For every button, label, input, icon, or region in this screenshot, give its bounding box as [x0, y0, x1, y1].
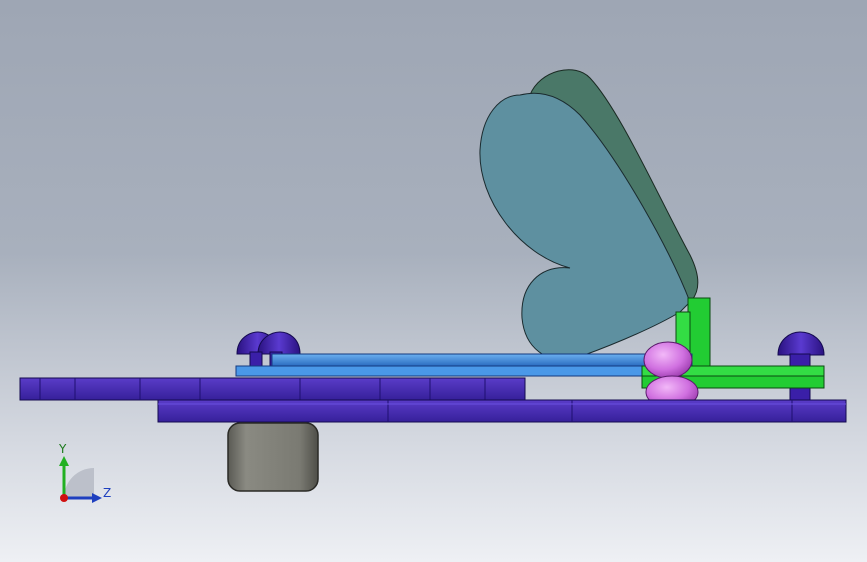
coordinate-triad — [59, 456, 102, 503]
triad-plane-patch — [64, 468, 94, 498]
z-axis-label: Z — [103, 486, 112, 500]
x-axis-origin — [60, 494, 68, 502]
y-axis-arrowhead — [59, 456, 69, 466]
lower-gear-plate[interactable] — [19, 377, 526, 401]
model-viewport[interactable]: Y Z — [0, 0, 867, 562]
motor-block[interactable] — [227, 422, 319, 492]
slide-rail[interactable] — [235, 353, 693, 377]
model-scene[interactable] — [0, 0, 867, 562]
z-axis-arrowhead — [92, 493, 102, 503]
base-plate[interactable] — [157, 399, 847, 423]
y-axis-label: Y — [59, 442, 67, 456]
